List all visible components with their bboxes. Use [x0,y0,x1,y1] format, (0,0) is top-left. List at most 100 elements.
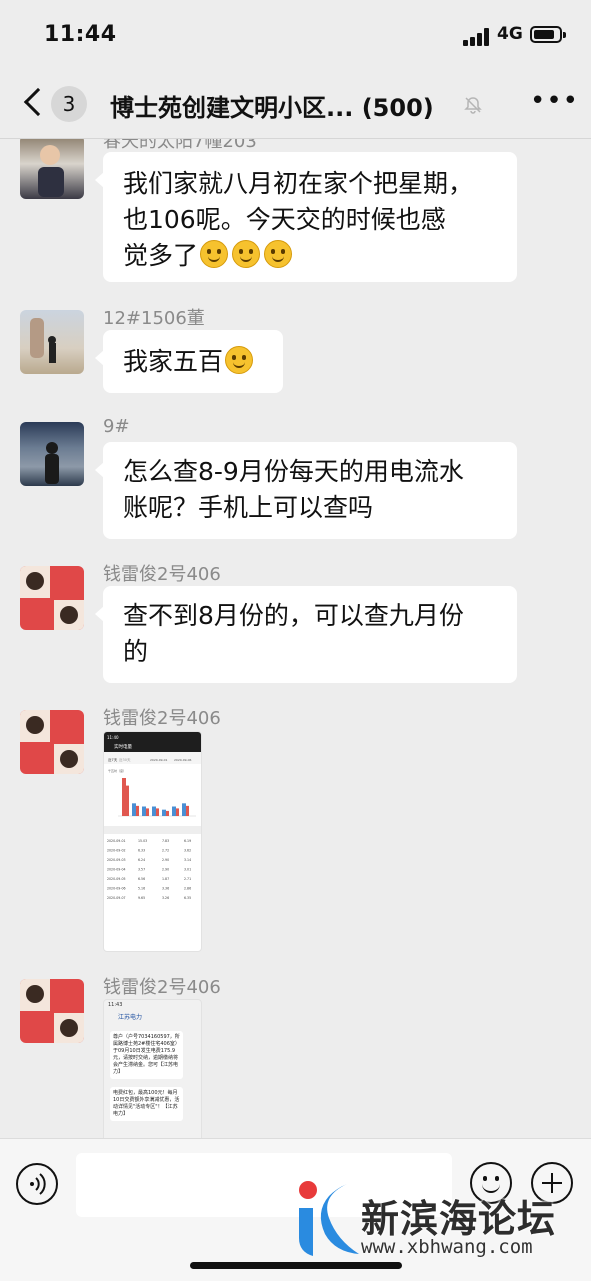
usage-table-cell: 2020-09-01 [107,839,126,843]
usage-table-cell: 2020-09-06 [107,887,126,891]
avatar[interactable] [20,310,84,374]
usage-bar [172,806,176,816]
usage-bar [152,806,156,816]
usage-table-cell: 2.90 [162,858,169,862]
smile-emoji-icon [264,240,293,268]
avatar[interactable] [20,979,84,1043]
shot1-title: 实时电量 [114,743,132,750]
forum-url: www.xbhwang.com [361,1236,533,1258]
usage-table-cell: 6.35 [184,896,191,900]
battery-icon [530,26,566,43]
usage-table-cell: 9.65 [138,896,145,900]
usage-bar-secondary [166,810,169,816]
usage-table-cell: 15.03 [138,839,147,843]
status-bar: 11:44 4G [0,0,591,70]
usage-table-cell: 2.71 [184,877,191,881]
shot1-unit: 千瓦时（度） [108,768,126,773]
usage-table-cell: 7.83 [162,839,169,843]
sender-name: 春天的太阳7幢203 [103,139,257,152]
usage-bar-secondary [156,808,159,816]
signal-icon [463,28,491,46]
usage-bar-secondary [146,808,149,816]
usage-table-cell: 3.14 [184,858,191,862]
home-indicator [190,1262,402,1269]
message-bubble[interactable]: 我们家就八月初在家个把星期， 也106呢。今天交的时候也感 觉多了 [95,152,517,282]
message-line: 觉多了 [123,241,199,270]
usage-bar [142,806,146,816]
usage-bar-chart [122,778,189,816]
usage-table-cell: 5.16 [138,887,145,891]
usage-table-cell: 2020-09-02 [107,849,126,853]
message-bubble[interactable]: 我家五百 [95,330,283,393]
usage-table-cell: 2.72 [162,849,169,853]
usage-table-cell: 2020-09-07 [107,896,126,900]
usage-table-cell: 6.19 [184,839,191,843]
message-bubble[interactable]: 怎么查8-9月份每天的用电流水 账呢？手机上可以查吗 [95,442,517,539]
usage-table-cell: 6.56 [138,877,145,881]
usage-bar-secondary [136,805,139,816]
usage-table-cell: 2020-09-03 [107,858,126,862]
avatar[interactable] [20,422,84,486]
more-options-button[interactable]: ••• [530,88,578,118]
message-line: 我们家就八月初在家个把星期， [123,169,474,198]
clock: 11:44 [44,22,117,47]
message-line: 账呢？手机上可以查吗 [123,493,374,522]
back-button[interactable] [20,88,48,118]
smile-emoji-icon [200,240,229,268]
voice-input-button[interactable] [16,1163,58,1205]
usage-table-cell: 3.36 [162,887,169,891]
usage-table-cell: 3.26 [162,896,169,900]
usage-bar [132,803,136,816]
avatar[interactable] [20,139,84,199]
sender-name: 12#1506董 [103,308,205,329]
usage-table-cell: 3.62 [184,849,191,853]
shot2-time: 11:43 [108,1002,123,1008]
usage-table-cell: 1.87 [162,877,169,881]
shot2-app: 江苏电力 [118,1014,143,1021]
image-message-electricity[interactable]: 11:40 实时电量 近7天 近30天 2020-09-01 2020-09-0… [103,731,202,952]
chat-title: 博士苑创建文明小区... (500) [110,94,434,122]
shot1-tab2: 近30天 [119,757,131,762]
usage-bar-secondary [126,785,129,816]
avatar[interactable] [20,566,84,630]
forum-watermark: 新滨海论坛 www.xbhwang.com [295,1178,591,1268]
laughing-tears-emoji-icon [225,346,254,374]
usage-table-cell: 2.86 [184,887,191,891]
shot2-msg2: 电费红包，最高100元！每月10日交费额外享满减优惠，活动详情见"活动专区"！【… [110,1087,183,1121]
usage-bar-secondary [186,805,189,816]
forum-name: 新滨海论坛 [361,1197,557,1241]
shot1-time: 11:40 [107,735,119,740]
usage-table-cell: 2020-09-04 [107,868,126,872]
smile-emoji-icon [232,240,261,268]
network-label: 4G [497,24,523,44]
usage-table-cell: 6.33 [138,849,145,853]
forum-logo-icon [299,1181,359,1256]
sender-name: 钱雷俊2号406 [103,708,221,729]
usage-bar [122,778,126,816]
unread-badge[interactable]: 3 [51,86,87,122]
mute-bell-icon [464,97,482,114]
shot1-date-to: 2020-09-06 [174,758,192,762]
shot1-date-from: 2020-09-01 [150,758,168,762]
message-line: 怎么查8-9月份每天的用电流水 [123,457,464,486]
usage-table-cell: 2020-09-05 [107,877,126,881]
sender-name: 钱雷俊2号406 [103,564,221,585]
usage-table-cell: 2.90 [162,868,169,872]
message-list[interactable]: 春天的太阳7幢203 我们家就八月初在家个把星期， 也106呢。今天交的时候也感… [0,139,591,1139]
usage-table-cell: 3.01 [184,868,191,872]
message-text: 我家五百 [123,347,224,376]
chat-header: 3 博士苑创建文明小区... (500) ••• [0,70,591,139]
image-message-power-notice[interactable]: 11:43 江苏电力 尊户（户号7034160597，所属路博士苑2#楼住宅40… [103,999,202,1139]
usage-bar [182,803,186,816]
message-bubble[interactable]: 查不到8月份的，可以查九月份 的 [95,586,517,683]
message-line: 也106呢。今天交的时候也感 [123,205,446,234]
usage-bar [162,809,166,816]
message-line: 查不到8月份的，可以查九月份 [123,601,464,630]
usage-table-cell: 6.24 [138,858,145,862]
usage-table-cell: 3.57 [138,868,145,872]
sender-name: 9# [103,416,130,437]
sender-name: 钱雷俊2号406 [103,977,221,998]
avatar[interactable] [20,710,84,774]
usage-table: 2020-09-01 15.03 7.83 6.19 2020-09-02 6.33 2.7… [107,839,191,900]
shot1-tab: 近7天 [108,757,118,762]
